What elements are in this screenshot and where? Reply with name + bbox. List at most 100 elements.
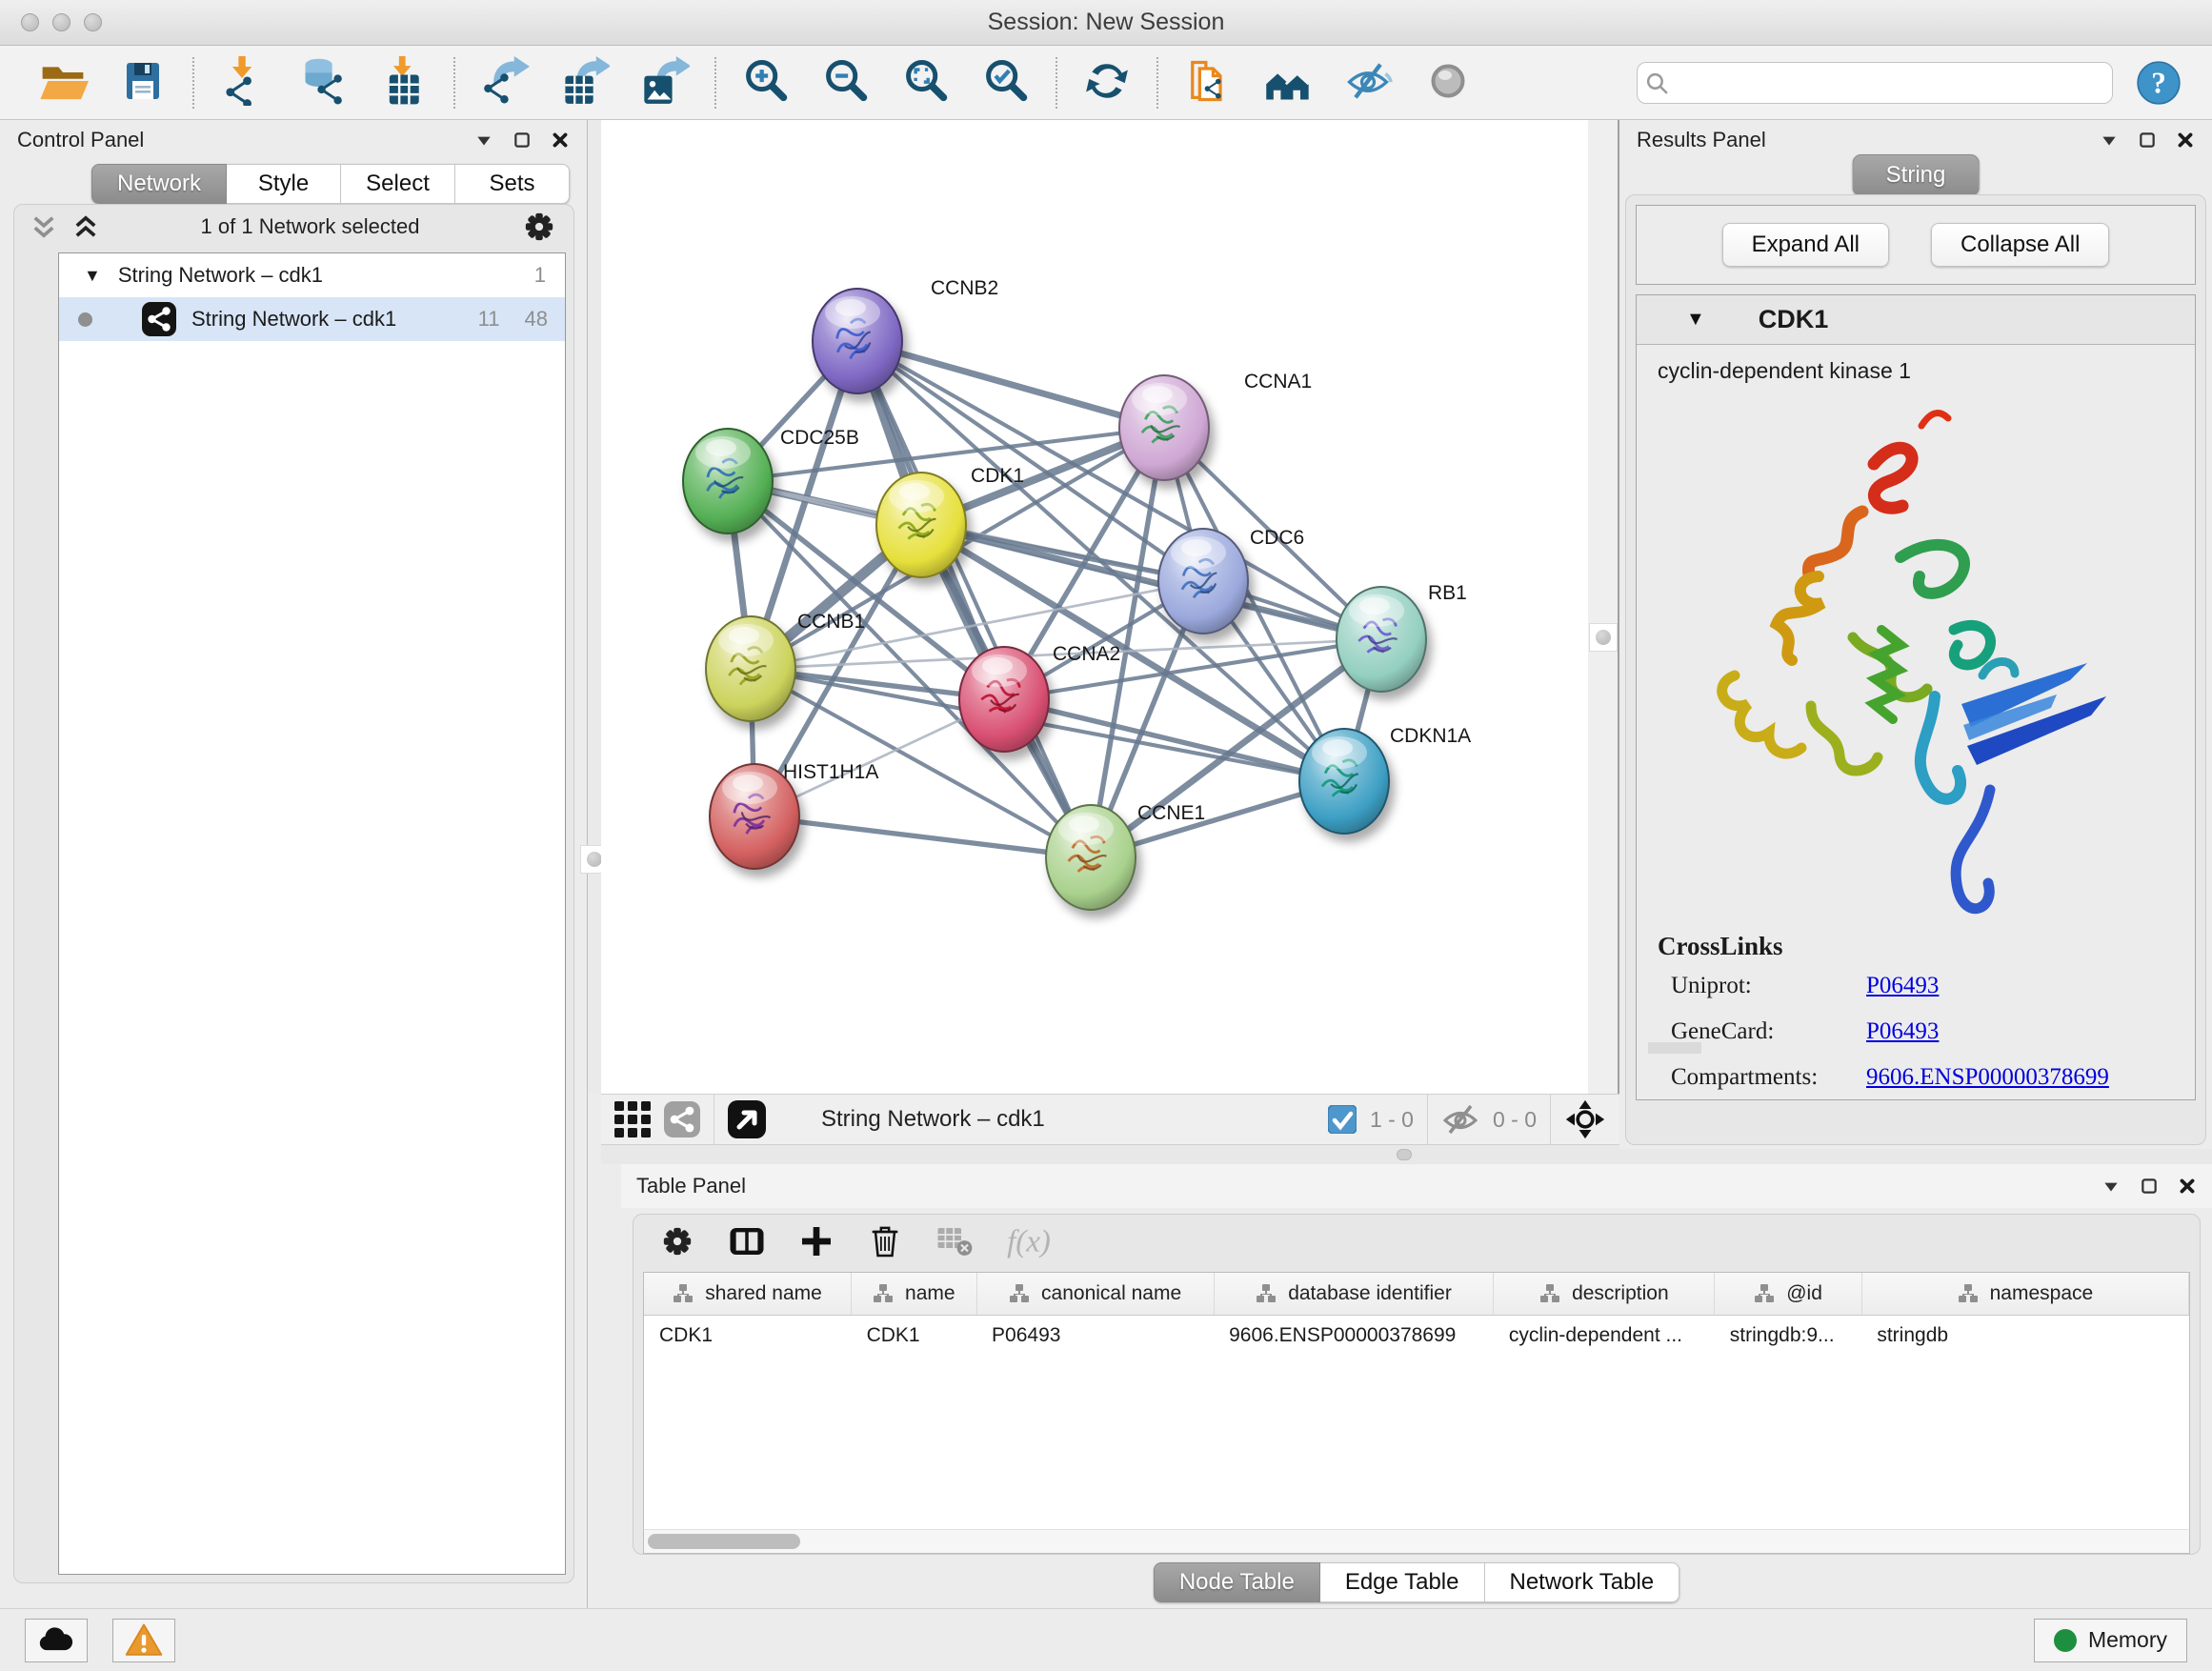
tab-select[interactable]: Select [341, 164, 455, 204]
network-options-gear-icon[interactable] [520, 208, 558, 246]
gene-section-header[interactable]: ▼ CDK1 [1637, 295, 2195, 345]
zoom-out-button[interactable] [806, 51, 886, 114]
table-cell[interactable]: CDK1 [644, 1315, 852, 1357]
panel-float-icon[interactable] [2138, 131, 2157, 150]
panel-collapse-icon[interactable] [2100, 131, 2119, 150]
graph-edge[interactable] [754, 816, 1091, 857]
graph-node-CCNA2[interactable] [959, 647, 1049, 752]
fit-center-icon[interactable] [1564, 1098, 1606, 1140]
panel-close-icon[interactable] [2176, 131, 2195, 150]
tab-style[interactable]: Style [227, 164, 341, 204]
collapse-all-button[interactable]: Collapse All [1931, 223, 2109, 267]
column-header[interactable]: database identifier [1214, 1273, 1494, 1315]
selected-checkbox-icon[interactable] [1328, 1105, 1357, 1134]
apply-layout-button[interactable] [1067, 51, 1147, 114]
table-settings-button[interactable] [658, 1222, 696, 1265]
memory-button[interactable]: Memory [2034, 1619, 2187, 1662]
column-header[interactable]: namespace [1861, 1273, 2188, 1315]
import-network-from-database-button[interactable] [284, 51, 364, 114]
graph-node-RB1[interactable] [1337, 587, 1426, 692]
collapse-all-networks-icon[interactable] [30, 212, 58, 241]
tab-network-table[interactable]: Network Table [1485, 1562, 1680, 1602]
detach-view-icon[interactable] [728, 1100, 766, 1138]
table-horizontal-scrollbar[interactable] [643, 1529, 2190, 1554]
panel-float-icon[interactable] [513, 131, 532, 150]
panel-close-icon[interactable] [551, 131, 570, 150]
graph-node-CDC6[interactable] [1158, 529, 1248, 634]
graph-node-CDKN1A[interactable] [1299, 729, 1389, 834]
share-gray-icon[interactable] [664, 1101, 700, 1137]
cloud-status-button[interactable] [25, 1619, 88, 1662]
splitter-right[interactable] [1588, 120, 1619, 1094]
tab-network[interactable]: Network [91, 164, 227, 204]
graph-edge[interactable] [857, 341, 1091, 857]
panel-close-icon[interactable] [2178, 1177, 2197, 1196]
home-pair-button[interactable] [1248, 51, 1328, 114]
column-header[interactable]: shared name [644, 1273, 852, 1315]
folder-open-icon [37, 55, 89, 110]
graph-node-CDC25B[interactable] [683, 429, 773, 534]
grid-view-icon[interactable] [614, 1101, 651, 1137]
splitter-left[interactable] [588, 120, 601, 1094]
tab-edge-table[interactable]: Edge Table [1320, 1562, 1485, 1602]
tab-sets[interactable]: Sets [455, 164, 570, 204]
expand-all-button[interactable]: Expand All [1722, 223, 1889, 267]
column-header[interactable]: canonical name [976, 1273, 1214, 1315]
results-scrollbar[interactable] [1648, 1042, 1701, 1054]
collection-expand-icon[interactable]: ▼ [84, 266, 101, 286]
graph-node-CCNA1[interactable] [1119, 375, 1209, 480]
hide-unhide-button[interactable] [1328, 51, 1408, 114]
network-canvas[interactable]: CCNB2CCNA1CDC25BCDK1CDC6RB1CCNB1CCNA2CDK… [601, 120, 1588, 1094]
crosslink-link[interactable]: P06493 [1866, 1018, 1939, 1045]
show-columns-button[interactable] [727, 1221, 767, 1266]
import-table-from-file-button[interactable] [364, 51, 444, 114]
table-cell[interactable]: CDK1 [852, 1315, 976, 1357]
tab-node-table[interactable]: Node Table [1154, 1562, 1320, 1602]
table-cell[interactable]: stringdb [1861, 1315, 2188, 1357]
panel-collapse-icon[interactable] [2101, 1177, 2121, 1196]
search-input[interactable] [1637, 62, 2113, 104]
warnings-button[interactable] [112, 1619, 175, 1662]
table-row[interactable]: CDK1CDK1P064939606.ENSP00000378699cyclin… [644, 1315, 2189, 1357]
tab-string[interactable]: String [1853, 154, 1980, 196]
tree-icon [873, 1283, 894, 1304]
import-table-icon [379, 56, 429, 109]
import-network-from-file-button[interactable] [204, 51, 284, 114]
zoom-fit-button[interactable] [886, 51, 966, 114]
crosslink-link[interactable]: P06493 [1866, 973, 1939, 999]
save-session-button[interactable] [103, 51, 183, 114]
section-expand-icon[interactable]: ▼ [1686, 309, 1705, 331]
column-header[interactable]: name [852, 1273, 976, 1315]
open-session-button[interactable] [23, 51, 103, 114]
zoom-selected-button[interactable] [966, 51, 1046, 114]
network-collection-row[interactable]: ▼ String Network – cdk1 1 [59, 253, 565, 297]
splitter-handle[interactable] [1589, 623, 1618, 652]
results-box: Expand All Collapse All ▼ CDK1 cyclin-de… [1625, 194, 2206, 1145]
export-image-button[interactable] [625, 51, 705, 114]
zoom-in-button[interactable] [726, 51, 806, 114]
crosslink-link[interactable]: 9606.ENSP00000378699 [1866, 1064, 2109, 1091]
graph-node-CCNE1[interactable] [1046, 805, 1136, 910]
create-column-button[interactable] [797, 1222, 835, 1265]
network-row[interactable]: String Network – cdk1 11 48 [59, 297, 565, 341]
export-table-button[interactable] [545, 51, 625, 114]
column-header[interactable]: @id [1715, 1273, 1862, 1315]
panel-collapse-icon[interactable] [474, 131, 493, 150]
string-import-button[interactable] [1168, 51, 1248, 114]
string-results-list: ▼ CDK1 cyclin-dependent kinase 1 [1636, 294, 2196, 1100]
column-header[interactable]: description [1494, 1273, 1715, 1315]
table-cell[interactable]: cyclin-dependent ... [1494, 1315, 1715, 1357]
table-cell[interactable]: stringdb:9... [1715, 1315, 1862, 1357]
table-cell[interactable]: 9606.ENSP00000378699 [1214, 1315, 1494, 1357]
graph-node-CDK1[interactable] [876, 473, 966, 577]
panel-float-icon[interactable] [2140, 1177, 2159, 1196]
expand-all-networks-icon[interactable] [71, 212, 100, 241]
graph-node-CCNB1[interactable] [706, 616, 795, 721]
presentation-sphere-button[interactable] [1408, 51, 1488, 114]
hidden-eye-icon[interactable] [1441, 1100, 1479, 1138]
help-button[interactable]: ? [2128, 51, 2189, 114]
export-network-button[interactable] [465, 51, 545, 114]
table-cell[interactable]: P06493 [976, 1315, 1214, 1357]
delete-column-button[interactable] [866, 1222, 904, 1265]
graph-node-CCNB2[interactable] [813, 289, 902, 393]
